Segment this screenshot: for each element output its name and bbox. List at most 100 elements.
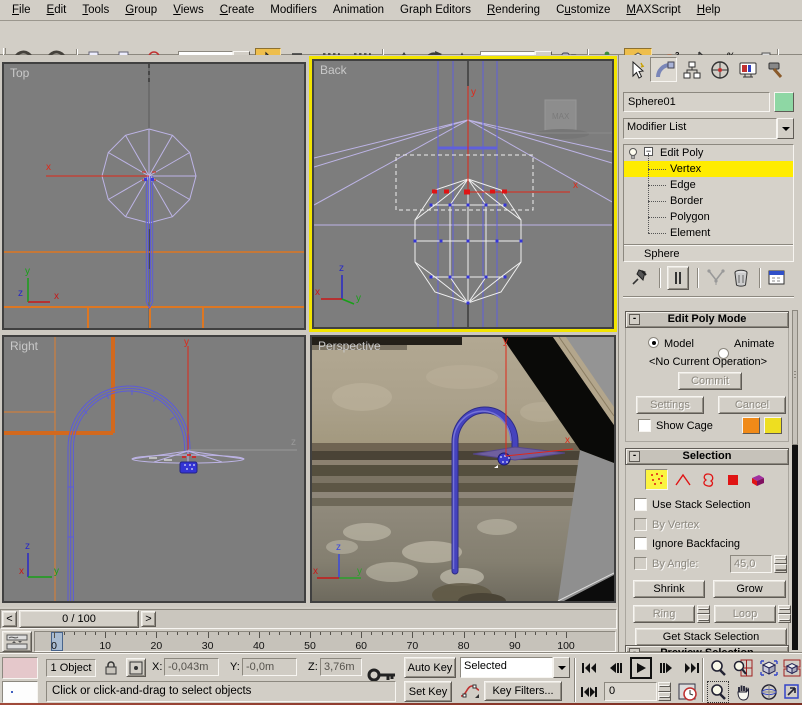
z-coordinate-field[interactable]: 3,76m [320, 658, 362, 676]
menu-group[interactable]: Group [117, 2, 165, 18]
ring-spinner[interactable] [697, 605, 710, 623]
object-color-swatch[interactable] [774, 92, 794, 112]
region-zoom-button[interactable] [707, 681, 729, 703]
modifier-list-arrow[interactable] [777, 118, 794, 139]
key-filters-button[interactable]: Key Filters... [484, 681, 562, 701]
go-to-end-button[interactable] [682, 659, 702, 677]
vertex-subobject-button[interactable] [645, 469, 668, 490]
rollout-preview-selection-header[interactable]: - Preview Selection [625, 645, 789, 653]
menu-create[interactable]: Create [212, 2, 263, 18]
default-in-out-tangents-button[interactable] [459, 682, 481, 703]
stack-row-edge[interactable]: Edge [624, 177, 793, 193]
open-mini-curve-editor-button[interactable] [2, 631, 32, 652]
viewport-back-label[interactable]: Back [320, 63, 347, 77]
stack-row-vertex[interactable]: Vertex [624, 161, 793, 177]
set-key-button[interactable]: Set Key [404, 681, 452, 702]
by-vertex-checkbox[interactable] [634, 518, 647, 531]
cage-color-swatch-2[interactable] [764, 417, 782, 434]
viewport-right[interactable]: y z z x y [2, 335, 306, 603]
stack-row-sphere[interactable]: Sphere [624, 246, 793, 262]
by-angle-field[interactable]: 45,0 [730, 555, 772, 573]
track-bar-ruler[interactable]: 0102030405060708090100 [34, 631, 616, 652]
menu-graph-editors[interactable]: Graph Editors [392, 2, 479, 18]
hook-right-view[interactable] [68, 386, 190, 601]
collapse-icon[interactable]: - [629, 314, 640, 325]
commit-button[interactable]: Commit [678, 372, 742, 390]
tab-display[interactable] [734, 57, 761, 82]
menu-views[interactable]: Views [165, 2, 211, 18]
configure-modifier-sets-button[interactable] [767, 268, 789, 291]
zoom-button[interactable] [707, 657, 729, 679]
arc-rotate-button[interactable] [758, 681, 780, 703]
zoom-extents-all-button[interactable] [782, 657, 802, 679]
menu-modifiers[interactable]: Modifiers [262, 2, 325, 18]
stack-row-element[interactable]: Element [624, 225, 793, 241]
tab-create[interactable] [622, 57, 649, 82]
border-subobject-button[interactable] [696, 469, 719, 490]
key-mode-toggle-button[interactable] [579, 683, 599, 701]
polygon-subobject-button[interactable] [721, 469, 744, 490]
lamp-right-view[interactable]: y z [132, 337, 297, 473]
frame-spinner[interactable] [658, 682, 671, 701]
stack-row-edit-poly[interactable]: − Edit Poly [624, 145, 793, 161]
color-swatch-white[interactable] [2, 681, 38, 703]
show-cage-checkbox[interactable] [638, 419, 651, 432]
time-slider-handle[interactable]: 0 / 100 [19, 610, 139, 628]
next-frame-button[interactable] [657, 659, 677, 677]
zoom-all-button[interactable] [732, 657, 754, 679]
make-unique-button[interactable] [705, 268, 727, 291]
viewport-top-label[interactable]: Top [10, 66, 29, 80]
viewport-perspective-label[interactable]: Perspective [318, 339, 381, 353]
y-coordinate-field[interactable]: -0,0m [242, 658, 297, 676]
model-radio[interactable] [648, 337, 659, 348]
remove-modifier-button[interactable] [731, 268, 751, 291]
pan-button[interactable] [732, 681, 754, 703]
viewport-perspective[interactable]: y x z x y Perspective [310, 335, 616, 603]
absolute-mode-toggle[interactable] [126, 658, 146, 677]
menu-rendering[interactable]: Rendering [479, 2, 548, 18]
ignore-backfacing-checkbox[interactable] [634, 537, 647, 550]
panel-scrollbar[interactable] [792, 310, 798, 650]
time-slider-prev-button[interactable]: < [2, 611, 17, 627]
use-stack-selection-checkbox[interactable] [634, 498, 647, 511]
object-name-field[interactable]: Sphere01 [623, 92, 770, 112]
modifier-list-dropdown[interactable]: Modifier List [623, 118, 794, 139]
cancel-button[interactable]: Cancel [718, 396, 786, 414]
selection-lock-toggle[interactable] [102, 659, 120, 680]
by-angle-checkbox[interactable] [634, 557, 647, 570]
ring-button[interactable]: Ring [633, 605, 695, 623]
menu-file[interactable]: File [4, 2, 39, 18]
zoom-extents-button[interactable] [758, 657, 780, 679]
key-filter-scope-dropdown[interactable]: Selected [460, 657, 570, 678]
rollout-edit-poly-mode-header[interactable]: - Edit Poly Mode [625, 311, 789, 328]
tab-hierarchy[interactable] [678, 57, 705, 82]
go-to-start-button[interactable] [579, 659, 599, 677]
rollout-selection-header[interactable]: - Selection [625, 448, 789, 465]
current-frame-field[interactable]: 0 [604, 682, 657, 701]
grow-button[interactable]: Grow [713, 580, 786, 598]
play-button[interactable] [630, 657, 652, 679]
by-angle-spinner[interactable] [774, 555, 787, 573]
edge-subobject-button[interactable] [671, 469, 694, 490]
settings-button[interactable]: Settings [636, 396, 704, 414]
panel-scrollbar-thumb[interactable] [792, 310, 798, 445]
viewport-back[interactable]: MAX [312, 59, 614, 329]
tab-motion[interactable] [706, 57, 733, 82]
viewport-top[interactable]: x y z x Top [2, 62, 306, 330]
cage-color-swatch-1[interactable] [742, 417, 760, 434]
menu-animation[interactable]: Animation [325, 2, 392, 18]
loop-button[interactable]: Loop [714, 605, 776, 623]
menu-edit[interactable]: Edit [39, 2, 75, 18]
menu-tools[interactable]: Tools [74, 2, 117, 18]
previous-frame-button[interactable] [605, 659, 625, 677]
stack-row-polygon[interactable]: Polygon [624, 209, 793, 225]
menu-customize[interactable]: Customize [548, 2, 618, 18]
time-slider-next-button[interactable]: > [141, 611, 156, 627]
time-configuration-button[interactable] [678, 682, 698, 705]
x-coordinate-field[interactable]: -0,043m [164, 658, 219, 676]
menu-help[interactable]: Help [689, 2, 729, 18]
tab-utilities[interactable] [762, 57, 789, 82]
element-subobject-button[interactable] [746, 469, 769, 490]
show-end-result-button[interactable] [667, 266, 689, 290]
pin-stack-button[interactable] [629, 268, 651, 291]
